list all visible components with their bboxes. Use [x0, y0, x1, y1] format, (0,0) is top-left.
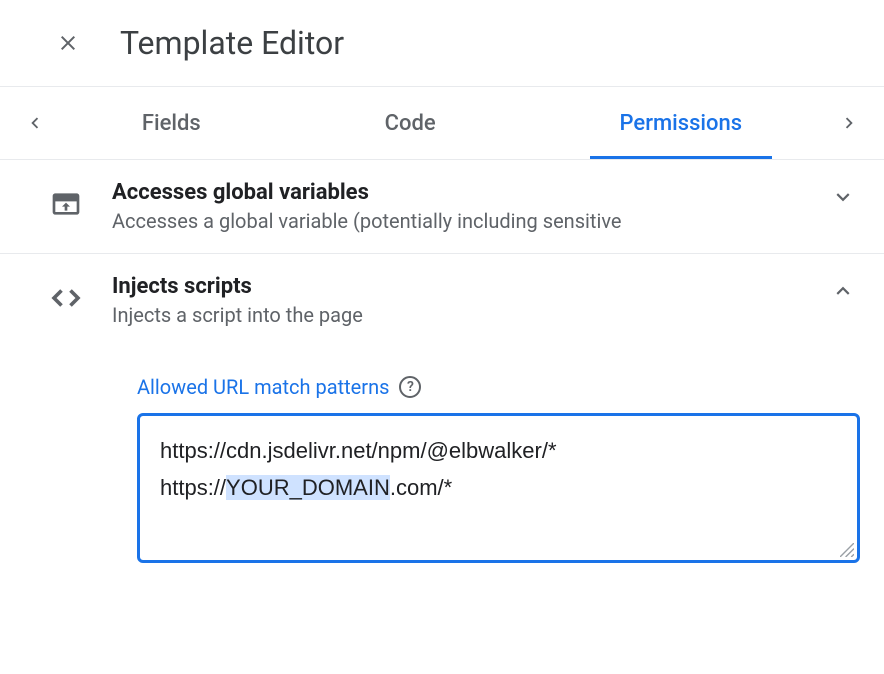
field-label-row: Allowed URL match patterns ?	[137, 375, 860, 399]
panel-subtitle: Injects a script into the page	[112, 303, 798, 327]
allowed-url-patterns-input[interactable]: https://cdn.jsdelivr.net/npm/@elbwalker/…	[137, 413, 860, 563]
tabs: Fields Code Permissions	[50, 87, 834, 159]
url-pattern-line: https://cdn.jsdelivr.net/npm/@elbwalker/…	[160, 432, 837, 469]
inject-icon	[48, 280, 84, 316]
tabs-scroll-right[interactable]	[834, 112, 864, 134]
chevron-right-icon	[838, 112, 860, 134]
permission-panel-globals[interactable]: Accesses global variables Accesses a glo…	[0, 159, 884, 254]
allowed-url-label: Allowed URL match patterns	[137, 375, 389, 399]
url-placeholder-highlight: YOUR_DOMAIN	[226, 475, 390, 500]
help-icon[interactable]: ?	[399, 376, 421, 398]
browser-upload-icon	[50, 188, 82, 220]
panel-subtitle: Accesses a global variable (potentially …	[112, 209, 798, 233]
resize-handle-icon[interactable]	[840, 543, 854, 557]
url-text: .com/*	[390, 475, 452, 500]
permission-panel-inject[interactable]: Injects scripts Injects a script into th…	[0, 254, 884, 347]
close-button[interactable]	[56, 31, 80, 55]
panel-content: Accesses global variables Accesses a glo…	[112, 180, 798, 233]
url-text: https://	[160, 475, 226, 500]
globals-icon	[48, 186, 84, 222]
url-pattern-line: https://YOUR_DOMAIN.com/*	[160, 469, 837, 506]
tab-permissions[interactable]: Permissions	[590, 87, 773, 159]
close-icon	[56, 31, 80, 55]
expand-toggle[interactable]	[826, 180, 860, 214]
chevron-down-icon	[830, 184, 856, 210]
chevron-up-icon	[830, 278, 856, 304]
page-title: Template Editor	[120, 24, 344, 62]
chevron-left-icon	[24, 112, 46, 134]
collapse-toggle[interactable]	[826, 274, 860, 308]
tabs-row: Fields Code Permissions	[0, 87, 884, 159]
tab-fields[interactable]: Fields	[112, 87, 231, 159]
tabs-scroll-left[interactable]	[20, 112, 50, 134]
code-brackets-icon	[48, 280, 84, 316]
inject-panel-body: Allowed URL match patterns ? https://cdn…	[0, 347, 884, 587]
tab-code[interactable]: Code	[355, 87, 466, 159]
panel-title: Injects scripts	[112, 274, 798, 299]
panel-content: Injects scripts Injects a script into th…	[112, 274, 798, 327]
panel-title: Accesses global variables	[112, 180, 798, 205]
